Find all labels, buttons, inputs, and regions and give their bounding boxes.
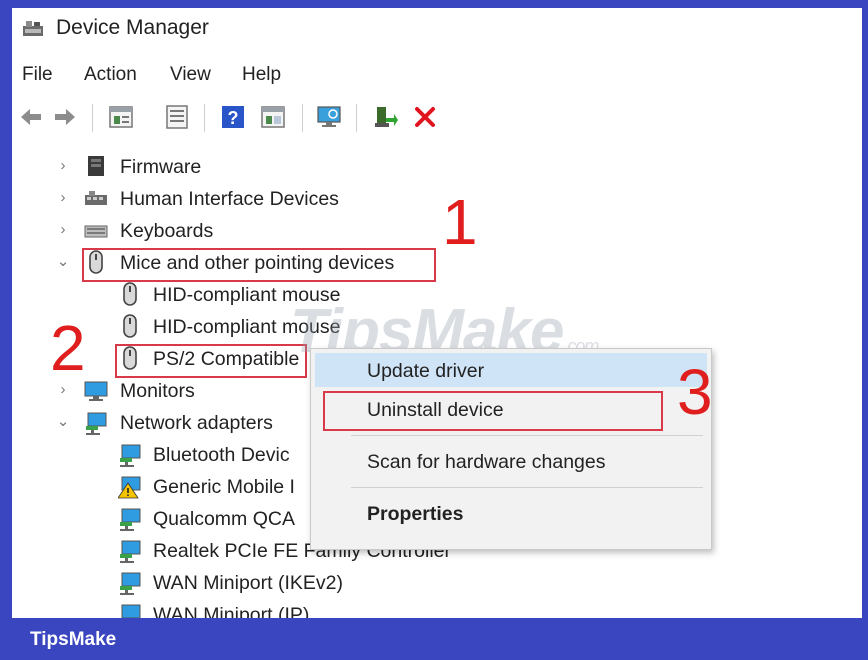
tree-item-keyboards[interactable]: › Keyboards — [12, 216, 612, 246]
back-arrow-icon[interactable] — [18, 104, 44, 130]
tree-item-wan-miniport-ikev2[interactable]: WAN Miniport (IKEv2) — [12, 568, 612, 598]
svg-text:?: ? — [228, 108, 239, 128]
enable-device-icon[interactable] — [372, 104, 398, 130]
menu-help[interactable]: Help — [242, 64, 281, 86]
tree-label: Keyboards — [120, 220, 214, 242]
step-number-3: 3 — [677, 356, 713, 428]
menu-bar: File Action View Help — [12, 62, 862, 90]
menu-separator — [351, 435, 703, 436]
network-icon — [121, 604, 141, 618]
device-manager-window: Device Manager File Action View Help ? ›… — [12, 8, 862, 618]
tree-label: WAN Miniport (IP) — [153, 604, 310, 618]
tree-label: Monitors — [120, 380, 195, 402]
properties-item[interactable]: Properties — [367, 503, 463, 526]
step-number-1: 1 — [442, 186, 478, 258]
toolbar-separator — [92, 104, 93, 132]
tree-item-human-interface-devices[interactable]: › Human Interface Devices — [12, 184, 612, 214]
mouse-icon — [123, 282, 137, 306]
collapse-chevron-icon[interactable]: ⌄ — [56, 252, 70, 270]
toolbar: ? — [12, 100, 862, 136]
menu-separator — [351, 487, 703, 488]
hid-icon — [85, 191, 107, 205]
scan-hardware-item[interactable]: Scan for hardware changes — [367, 451, 605, 474]
keyboard-icon — [84, 225, 108, 238]
tree-item-firmware[interactable]: › Firmware — [12, 152, 612, 182]
list-view-icon[interactable] — [164, 104, 190, 130]
network-icon — [120, 540, 141, 563]
expand-chevron-icon[interactable]: › — [56, 221, 70, 238]
properties-icon[interactable] — [108, 104, 134, 130]
tree-label: Bluetooth Devic — [153, 444, 290, 466]
monitor-scan-icon[interactable] — [316, 104, 342, 130]
expand-chevron-icon[interactable]: › — [56, 189, 70, 206]
mouse-icon — [123, 314, 137, 338]
monitor-icon — [84, 381, 108, 401]
tree-item-wan-miniport-ip[interactable]: WAN Miniport (IP) — [12, 600, 612, 618]
footer-bar: TipsMake — [0, 620, 868, 660]
window-title: Device Manager — [56, 16, 209, 39]
tree-label: Network adapters — [120, 412, 273, 434]
expand-chevron-icon[interactable]: › — [56, 157, 70, 174]
tree-label: Qualcomm QCA — [153, 508, 295, 530]
network-warning-icon — [118, 476, 141, 499]
help-icon[interactable]: ? — [220, 104, 246, 130]
forward-arrow-icon[interactable] — [52, 104, 78, 130]
toolbar-separator — [356, 104, 357, 132]
network-icon — [120, 444, 141, 467]
highlight-box-mice — [82, 248, 436, 282]
firmware-chip-icon — [88, 156, 104, 176]
tree-label: Human Interface Devices — [120, 188, 339, 210]
step-number-2: 2 — [50, 312, 86, 384]
device-manager-icon — [23, 21, 43, 36]
toolbar-separator — [302, 104, 303, 132]
network-icon — [120, 572, 141, 595]
network-icon — [120, 508, 141, 531]
network-icon — [86, 412, 107, 435]
context-menu: Update driver Uninstall device Scan for … — [310, 348, 712, 550]
tree-label: WAN Miniport (IKEv2) — [153, 572, 343, 594]
collapse-chevron-icon[interactable]: ⌄ — [56, 412, 70, 430]
footer-brand: TipsMake — [30, 629, 117, 650]
tree-label: Generic Mobile I — [153, 476, 295, 498]
toolbar-separator — [204, 104, 205, 132]
menu-file[interactable]: File — [22, 64, 53, 86]
tree-label: Firmware — [120, 156, 202, 178]
highlight-box-uninstall — [323, 391, 663, 431]
uninstall-x-icon[interactable] — [412, 104, 438, 130]
menu-view[interactable]: View — [170, 64, 211, 86]
panel-view-icon[interactable] — [260, 104, 286, 130]
highlight-box-ps2 — [115, 344, 307, 378]
menu-action[interactable]: Action — [84, 64, 137, 86]
update-driver-item[interactable]: Update driver — [367, 360, 484, 383]
title-bar: Device Manager — [12, 8, 862, 48]
